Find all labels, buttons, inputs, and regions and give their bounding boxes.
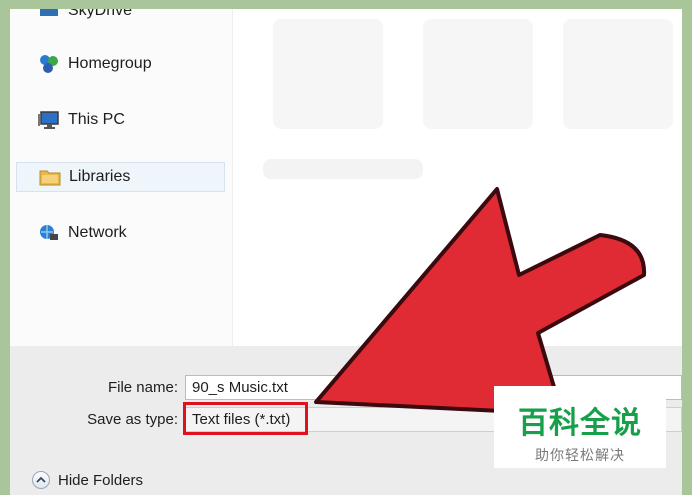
nav-item-this-pc[interactable]: This PC bbox=[16, 105, 225, 135]
computer-icon bbox=[36, 109, 62, 131]
network-icon bbox=[36, 222, 62, 244]
chevron-up-icon bbox=[32, 471, 50, 489]
watermark-title: 百科全说 bbox=[518, 407, 642, 440]
save-type-highlight-box bbox=[183, 402, 308, 435]
skydrive-icon bbox=[36, 9, 62, 22]
file-list-pane[interactable] bbox=[233, 9, 682, 346]
save-type-label: Save as type: bbox=[87, 411, 178, 428]
watermark-subtitle: 助你轻松解决 bbox=[535, 447, 625, 463]
homegroup-icon bbox=[36, 53, 62, 75]
hide-folders-button[interactable]: Hide Folders bbox=[32, 471, 143, 489]
nav-item-label: Libraries bbox=[69, 168, 131, 185]
nav-item-label: Network bbox=[68, 224, 127, 241]
faded-item bbox=[563, 19, 673, 129]
nav-item-libraries[interactable]: Libraries bbox=[16, 162, 225, 192]
nav-item-skydrive[interactable]: SkyDrive bbox=[16, 9, 225, 26]
libraries-folder-icon bbox=[37, 166, 63, 188]
faded-item bbox=[263, 159, 423, 179]
faded-item bbox=[423, 19, 533, 129]
nav-item-label: SkyDrive bbox=[68, 9, 133, 19]
nav-item-label: This PC bbox=[68, 111, 125, 128]
faded-item bbox=[273, 19, 383, 129]
nav-item-label: Homegroup bbox=[68, 55, 152, 72]
watermark-logo: 百科全说 助你轻松解决 bbox=[494, 386, 666, 468]
file-name-label: File name: bbox=[107, 379, 178, 396]
hide-folders-label: Hide Folders bbox=[58, 471, 144, 489]
nav-item-homegroup[interactable]: Homegroup bbox=[16, 49, 225, 79]
nav-item-network[interactable]: Network bbox=[16, 218, 225, 248]
navigation-pane: SkyDrive Homegroup This PC Libraries Net… bbox=[10, 9, 233, 346]
